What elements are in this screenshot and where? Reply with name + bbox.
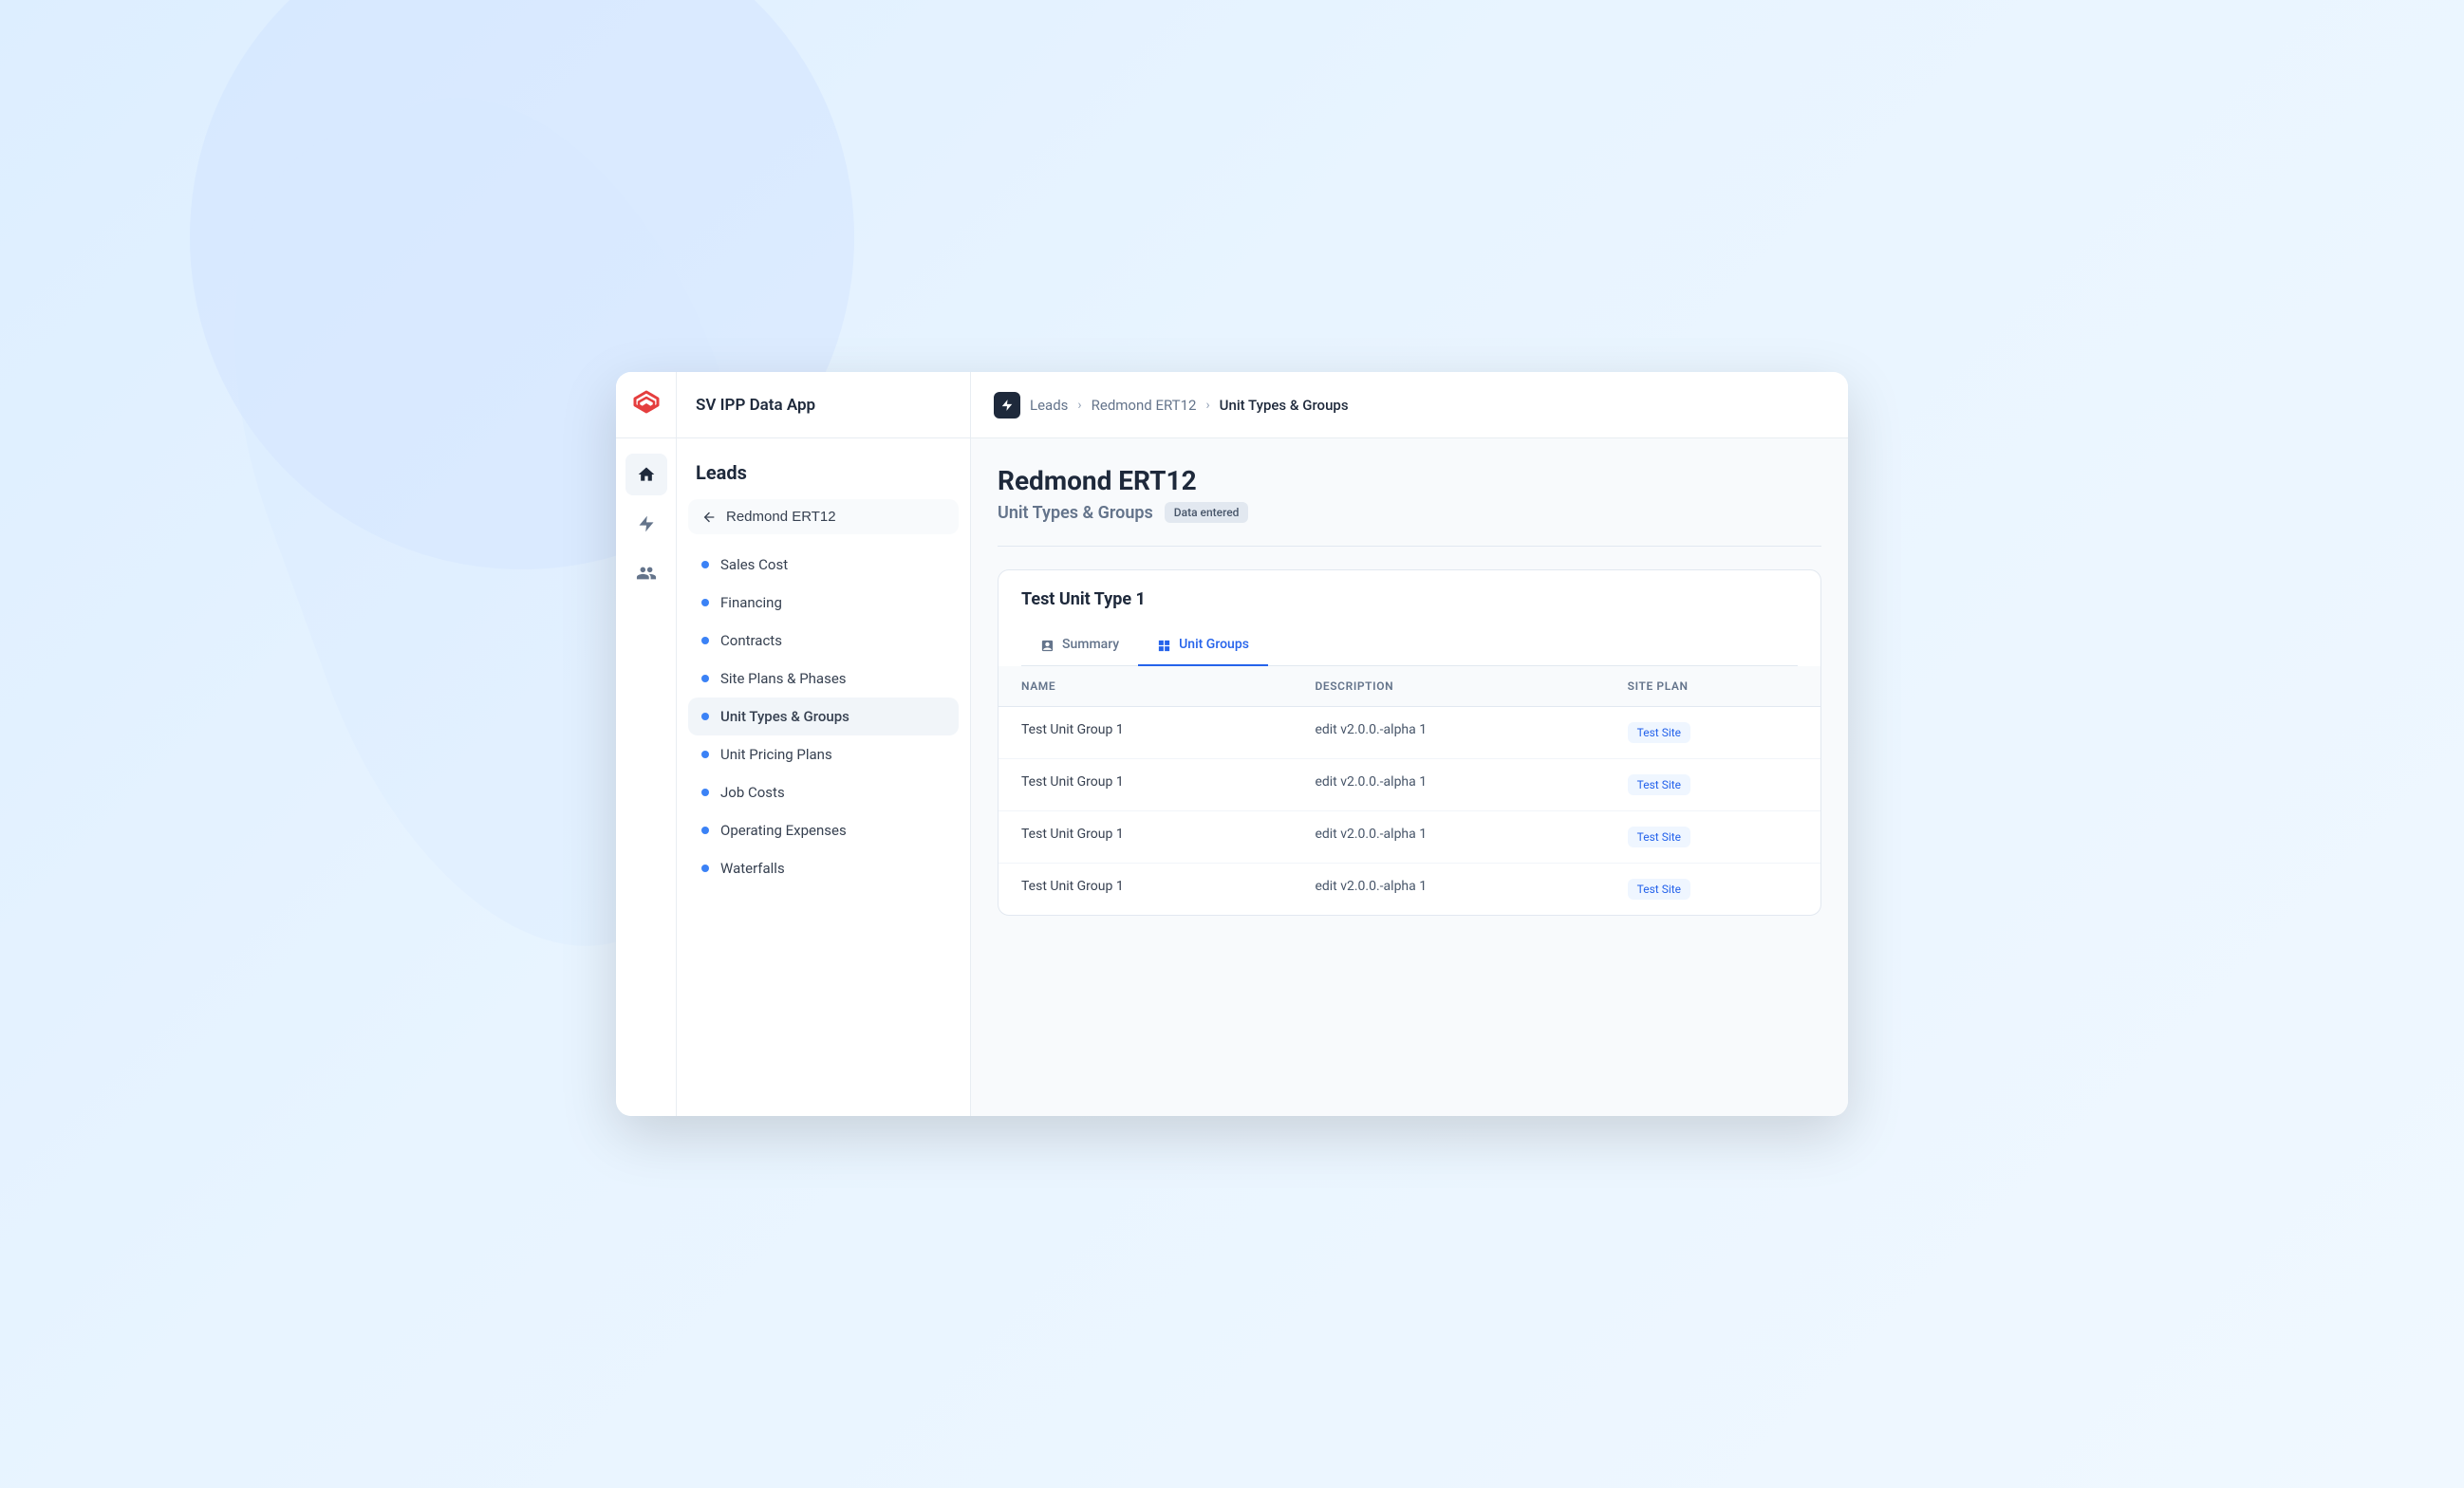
breadcrumb-unit-types: Unit Types & Groups [1220, 397, 1349, 414]
nav-item-site-plans[interactable]: Site Plans & Phases [688, 660, 959, 698]
nav-item-label: Unit Pricing Plans [720, 746, 832, 763]
nav-item-unit-types[interactable]: Unit Types & Groups [688, 698, 959, 735]
app-shell: SV IPP Data App Leads Redmond ERT12 Sale… [616, 372, 1848, 1116]
breadcrumb-sep-1: › [1077, 398, 1081, 413]
back-button-label: Redmond ERT12 [726, 509, 836, 525]
nav-item-label: Job Costs [720, 784, 785, 801]
col-name: NAME [999, 666, 1292, 707]
tab-summary-label: Summary [1062, 637, 1119, 652]
cell-name: Test Unit Group 1 [999, 707, 1292, 759]
cell-description: edit v2.0.0.-alpha 1 [1292, 759, 1604, 811]
tab-summary[interactable]: Summary [1021, 624, 1138, 666]
bolt-breadcrumb-icon [994, 392, 1020, 418]
nav-item-label: Sales Cost [720, 556, 788, 573]
summary-icon [1040, 636, 1055, 653]
nav-sidebar-header: SV IPP Data App [677, 372, 970, 438]
section-title: Test Unit Type 1 [1021, 589, 1798, 609]
breadcrumb-leads[interactable]: Leads [1030, 397, 1068, 414]
cell-name: Test Unit Group 1 [999, 759, 1292, 811]
nav-item-label: Operating Expenses [720, 822, 847, 839]
tabs: Summary Unit Groups [1021, 624, 1798, 666]
col-description: DESCRIPTION [1292, 666, 1604, 707]
nav-item-label: Financing [720, 594, 782, 611]
page-subtitle: Unit Types & Groups [998, 503, 1153, 523]
nav-item-label: Waterfalls [720, 860, 785, 877]
nav-item-financing[interactable]: Financing [688, 584, 959, 622]
unit-groups-icon [1157, 636, 1171, 653]
top-bar: Leads › Redmond ERT12 › Unit Types & Gro… [971, 372, 1848, 438]
nav-item-waterfalls[interactable]: Waterfalls [688, 849, 959, 887]
page-header: Redmond ERT12 Unit Types & Groups Data e… [998, 465, 1821, 523]
nav-item-operating-expenses[interactable]: Operating Expenses [688, 811, 959, 849]
nav-dot [701, 865, 709, 872]
table-row[interactable]: Test Unit Group 1 edit v2.0.0.-alpha 1 T… [999, 707, 1820, 759]
table-container: NAME DESCRIPTION SITE PLAN Test Unit Gro… [999, 666, 1820, 915]
nav-bolt-icon[interactable] [625, 503, 667, 545]
content-area: Redmond ERT12 Unit Types & Groups Data e… [971, 438, 1848, 1116]
cell-site-plan: Test Site [1605, 864, 1820, 916]
icon-sidebar [616, 372, 677, 1116]
nav-dot [701, 789, 709, 796]
nav-item-contracts[interactable]: Contracts [688, 622, 959, 660]
tab-unit-groups-label: Unit Groups [1179, 637, 1249, 652]
nav-item-label: Contracts [720, 632, 782, 649]
cell-site-plan: Test Site [1605, 811, 1820, 864]
nav-sidebar: SV IPP Data App Leads Redmond ERT12 Sale… [677, 372, 971, 1116]
cell-name: Test Unit Group 1 [999, 864, 1292, 916]
nav-item-job-costs[interactable]: Job Costs [688, 773, 959, 811]
table-row[interactable]: Test Unit Group 1 edit v2.0.0.-alpha 1 T… [999, 864, 1820, 916]
site-plan-badge: Test Site [1628, 879, 1690, 900]
nav-dot [701, 675, 709, 682]
nav-dot [701, 827, 709, 834]
cell-site-plan: Test Site [1605, 759, 1820, 811]
nav-item-sales-cost[interactable]: Sales Cost [688, 546, 959, 584]
unit-groups-table: NAME DESCRIPTION SITE PLAN Test Unit Gro… [999, 666, 1820, 915]
table-row[interactable]: Test Unit Group 1 edit v2.0.0.-alpha 1 T… [999, 811, 1820, 864]
status-badge: Data entered [1165, 502, 1249, 523]
nav-item-label: Site Plans & Phases [720, 670, 847, 687]
nav-dot [701, 637, 709, 644]
nav-dot [701, 561, 709, 568]
section-card-header: Test Unit Type 1 Summary [999, 570, 1820, 666]
page-title: Redmond ERT12 [998, 465, 1821, 496]
app-title: SV IPP Data App [696, 396, 815, 415]
app-logo-area [616, 372, 676, 438]
section-card: Test Unit Type 1 Summary [998, 569, 1821, 916]
nav-sidebar-content: Leads Redmond ERT12 Sales Cost Financing [677, 438, 970, 902]
nav-item-label: Unit Types & Groups [720, 708, 849, 725]
breadcrumb-redmond[interactable]: Redmond ERT12 [1092, 397, 1197, 414]
table-body: Test Unit Group 1 edit v2.0.0.-alpha 1 T… [999, 707, 1820, 916]
nav-dot [701, 599, 709, 606]
nav-home-icon[interactable] [625, 454, 667, 495]
nav-dot [701, 713, 709, 720]
site-plan-badge: Test Site [1628, 827, 1690, 847]
cell-description: edit v2.0.0.-alpha 1 [1292, 811, 1604, 864]
main-content: Leads › Redmond ERT12 › Unit Types & Gro… [971, 372, 1848, 1116]
cell-site-plan: Test Site [1605, 707, 1820, 759]
header-divider [998, 546, 1821, 547]
breadcrumb-sep-2: › [1205, 398, 1209, 413]
back-arrow-icon [701, 510, 717, 525]
icon-nav [616, 438, 676, 609]
table-header-row: NAME DESCRIPTION SITE PLAN [999, 666, 1820, 707]
nav-dot [701, 751, 709, 758]
nav-item-unit-pricing[interactable]: Unit Pricing Plans [688, 735, 959, 773]
cell-name: Test Unit Group 1 [999, 811, 1292, 864]
back-button[interactable]: Redmond ERT12 [688, 499, 959, 534]
page-subtitle-row: Unit Types & Groups Data entered [998, 502, 1821, 523]
nav-people-icon[interactable] [625, 552, 667, 594]
cell-description: edit v2.0.0.-alpha 1 [1292, 864, 1604, 916]
table-row[interactable]: Test Unit Group 1 edit v2.0.0.-alpha 1 T… [999, 759, 1820, 811]
nav-list: Sales Cost Financing Contracts Site Plan… [677, 546, 970, 887]
site-plan-badge: Test Site [1628, 774, 1690, 795]
col-site-plan: SITE PLAN [1605, 666, 1820, 707]
nav-section-title: Leads [677, 454, 970, 499]
site-plan-badge: Test Site [1628, 722, 1690, 743]
tab-unit-groups[interactable]: Unit Groups [1138, 624, 1268, 666]
cell-description: edit v2.0.0.-alpha 1 [1292, 707, 1604, 759]
app-logo-icon [629, 388, 663, 422]
